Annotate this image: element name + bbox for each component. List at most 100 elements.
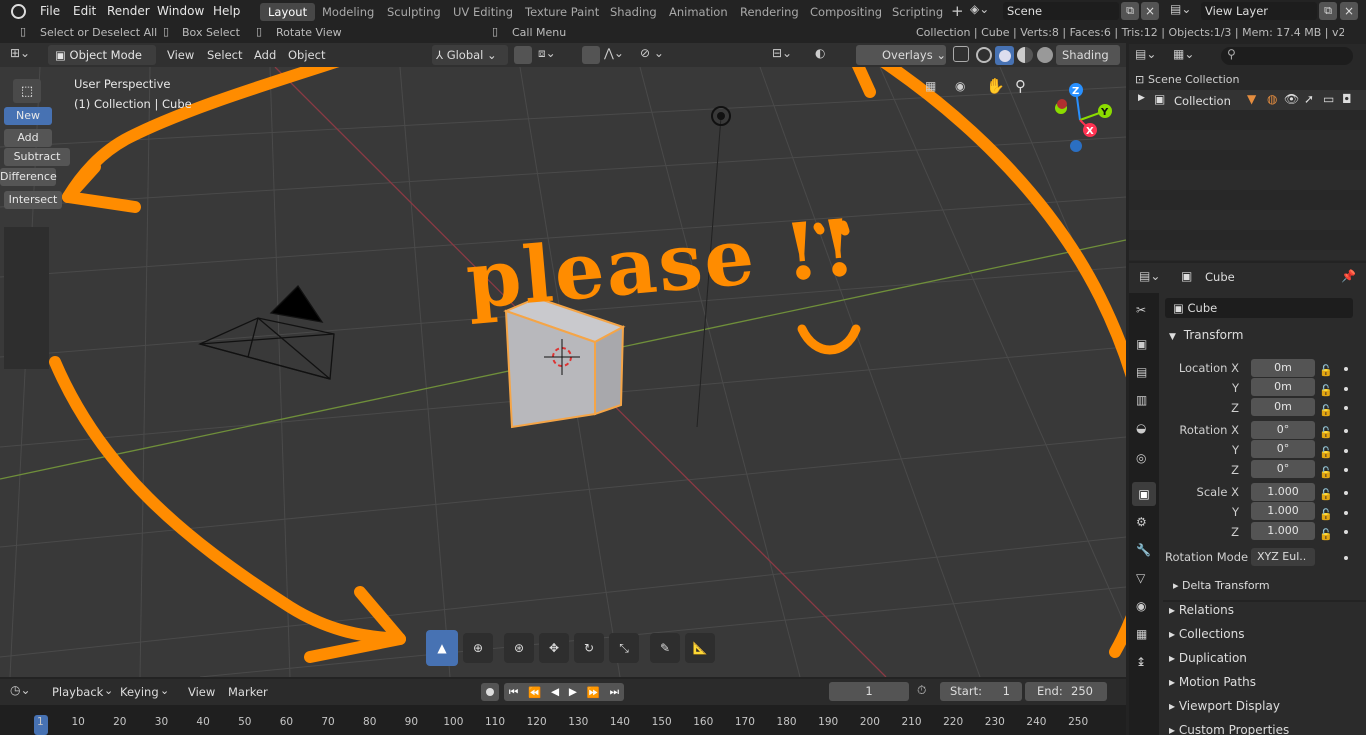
transform-section-header[interactable]: ▼ Transform [1159,328,1366,350]
lock-icon[interactable]: 🔓 [1319,485,1333,505]
keyframe-dot[interactable] [1344,511,1348,515]
proportional-edit-icon[interactable] [582,46,600,64]
duplication-section[interactable]: ▸ Duplication [1169,651,1247,665]
relations-section[interactable]: ▸ Relations [1169,603,1234,617]
move-tool-icon[interactable]: ✥ [539,633,569,663]
delete-scene-icon[interactable]: × [1141,2,1159,20]
expand-arrow-icon[interactable]: ▶ [1138,93,1145,103]
rotate-tool-icon[interactable]: ↻ [574,633,604,663]
location-z-field[interactable]: 0m [1251,398,1315,416]
shading-dropdown[interactable]: Shading ⌄ [1056,45,1120,82]
tab-animation[interactable]: Animation [669,5,728,19]
outliner-search-input[interactable]: ⚲ [1221,47,1353,65]
view-layer-field[interactable]: View Layer [1201,2,1317,20]
menu-help[interactable]: Help [213,4,240,18]
blender-logo-icon[interactable] [11,4,26,19]
collection-row[interactable]: ▶ ▣ Collection ▼ ◍ 👁 ➚ ▭ ◘ [1129,90,1366,110]
rotation-mode-dropdown[interactable]: XYZ Eul.. [1251,548,1315,566]
navigation-gizmo[interactable]: Z Y X [1038,82,1118,162]
record-icon[interactable] [481,683,499,701]
measure-tool-icon[interactable]: 📐 [685,633,715,663]
custom-properties-section[interactable]: ▸ Custom Properties [1169,723,1289,735]
tab-scripting[interactable]: Scripting [892,5,943,19]
menu-edit[interactable]: Edit [73,4,96,18]
scene-collection-row[interactable]: ⊡ Scene Collection [1135,72,1240,86]
menu-select[interactable]: Select [207,48,242,62]
gizmo-toggle-icon[interactable]: ◐ [815,46,835,64]
new-view-layer-icon[interactable]: ⧉ [1319,2,1337,20]
new-scene-icon[interactable]: ⧉ [1121,2,1139,20]
tab-layout[interactable]: Layout [260,3,316,21]
motion-paths-section[interactable]: ▸ Motion Paths [1169,675,1256,689]
material-shading-icon[interactable] [1017,47,1033,63]
timeline-editor-icon[interactable]: ◷⌄ [10,683,31,697]
difference-button[interactable]: Difference [0,168,57,186]
object-tab-icon[interactable]: ▣ [1132,482,1156,506]
rotation-z-field[interactable]: 0° [1251,460,1315,478]
menu-file[interactable]: File [40,4,60,18]
modifier-tab-icon[interactable]: ⚙ [1136,515,1147,529]
menu-playback[interactable]: Playback [52,685,103,699]
new-button[interactable]: New [4,107,52,125]
location-y-field[interactable]: 0m [1251,378,1315,396]
menu-window[interactable]: Window [157,4,204,18]
subtract-button[interactable]: Subtract [4,148,70,166]
lock-icon[interactable]: 🔓 [1319,525,1333,545]
solid-shading-icon[interactable] [995,46,1014,65]
keyframe-dot[interactable] [1344,449,1348,453]
scene-field[interactable]: Scene [1003,2,1119,20]
tab-rendering[interactable]: Rendering [740,5,799,19]
delta-transform-header[interactable]: ▸ Delta Transform [1173,579,1270,592]
select-tool-icon[interactable]: ⬚ [13,79,41,103]
viewport-display-section[interactable]: ▸ Viewport Display [1169,699,1280,713]
xray-icon[interactable] [953,46,969,62]
falloff-icon[interactable]: ⋀⌄ [604,46,626,64]
timeline-ruler[interactable]: 1 10 20 30 40 50 60 70 80 90 100 110 120 130 140 150 160… [0,705,1126,735]
pin-icon[interactable]: 📌 [1341,269,1356,283]
tab-texture-paint[interactable]: Texture Paint [525,5,599,19]
grid-view-icon[interactable]: ▦ [925,79,945,99]
zoom-icon[interactable]: ⚲ [1015,77,1037,99]
menu-keying[interactable]: Keying [120,685,159,699]
keyframe-dot[interactable] [1344,556,1348,560]
stopwatch-icon[interactable]: ⏱ [917,683,935,701]
keyframe-dot[interactable] [1344,429,1348,433]
keyframe-dot[interactable] [1344,367,1348,371]
rendered-shading-icon[interactable] [1037,47,1053,63]
menu-view[interactable]: View [167,48,194,62]
next-keyframe-icon[interactable]: ⏩ [587,686,600,699]
texture-tab-icon[interactable]: ▦ [1136,627,1147,641]
keyframe-dot[interactable] [1344,387,1348,391]
scale-x-field[interactable]: 1.000 [1251,483,1315,501]
scale-tool-icon[interactable]: ⤡ [609,633,639,663]
tab-compositing[interactable]: Compositing [810,5,882,19]
intersect-button[interactable]: Intersect [4,191,62,209]
tab-uv-editing[interactable]: UV Editing [453,5,513,19]
tweak-tool-icon[interactable]: ▲ [426,630,458,666]
overlays-dropdown[interactable]: Overlays ⌄ [856,45,946,65]
menu-timeline-view[interactable]: View [188,685,215,699]
add-button[interactable]: Add [4,129,52,147]
keyframe-dot[interactable] [1344,530,1348,534]
tool-tab-icon[interactable]: ✂ [1136,303,1146,317]
menu-render[interactable]: Render [107,4,150,18]
camera-view-icon[interactable]: ◉ [955,79,975,99]
object-name-field[interactable]: ▣ Cube [1165,298,1353,318]
orientation-dropdown[interactable]: ⅄ Global ⌄ [432,45,508,65]
viewport-monitor-icon[interactable]: ▭ [1323,92,1334,106]
lock-icon[interactable]: 🔓 [1319,381,1333,401]
menu-marker[interactable]: Marker [228,685,268,699]
wrench-tab-icon[interactable]: 🔧 [1136,543,1151,557]
tab-shading[interactable]: Shading [610,5,657,19]
selectable-arrow-icon[interactable]: ➚ [1304,92,1314,106]
end-frame-field[interactable]: End: 250 [1025,682,1107,701]
start-frame-field[interactable]: Start: 1 [940,682,1022,701]
tab-sculpting[interactable]: Sculpting [387,5,441,19]
add-workspace-icon[interactable]: + [951,2,964,20]
pivot-icon[interactable] [514,46,532,64]
tab-modeling[interactable]: Modeling [322,5,374,19]
lock-icon[interactable]: 🔓 [1319,423,1333,443]
prev-keyframe-icon[interactable]: ⏪ [528,686,541,699]
jump-end-icon[interactable]: ⏭ [610,686,619,699]
location-x-field[interactable]: 0m [1251,359,1315,377]
